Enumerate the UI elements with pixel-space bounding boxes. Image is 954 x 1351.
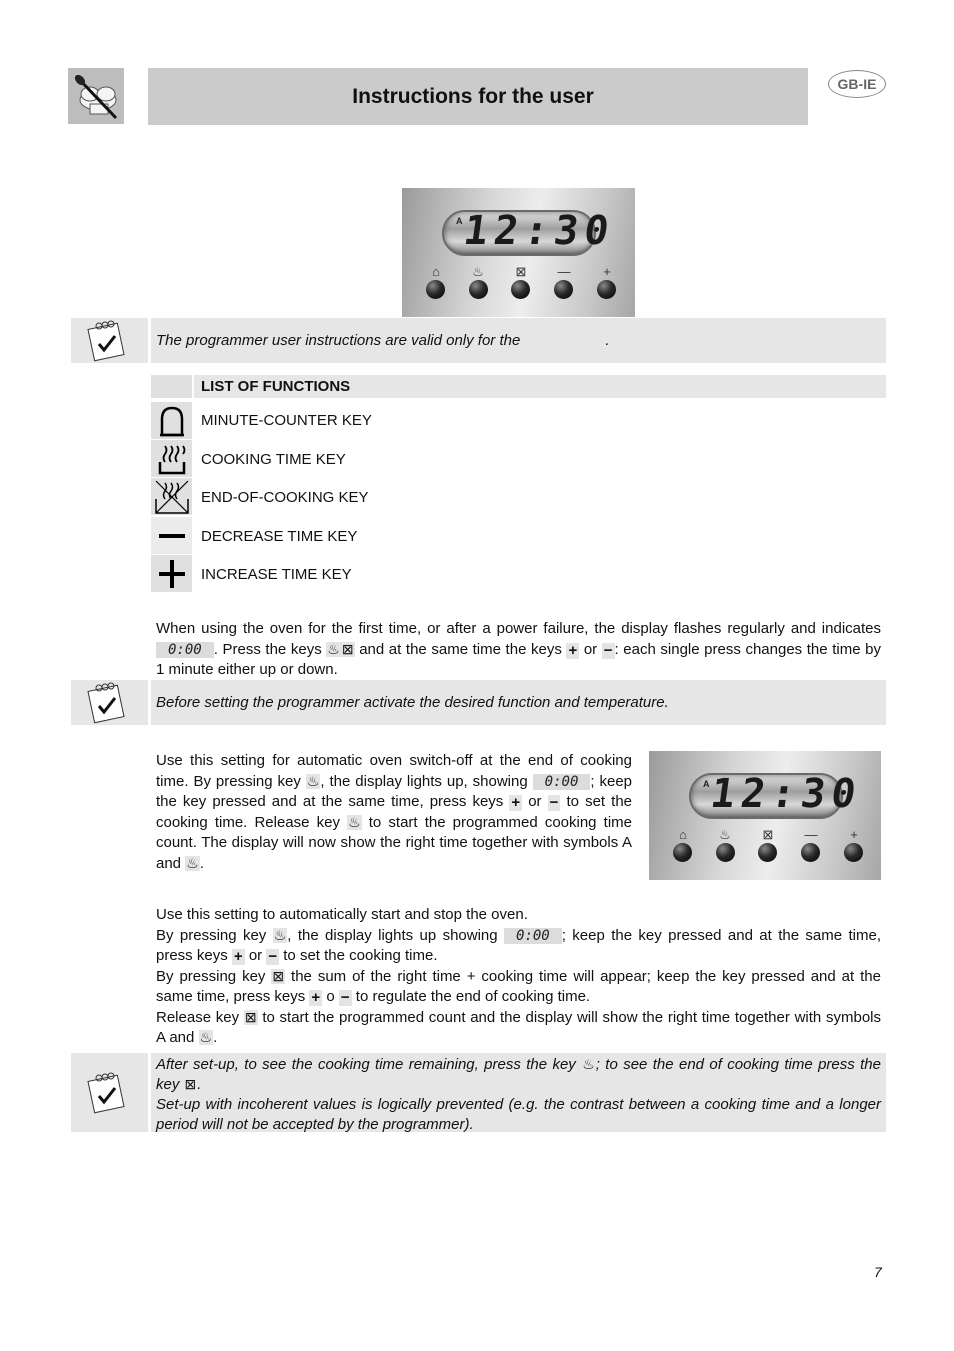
clock-setting-paragraph: When using the oven for the first time, …	[156, 620, 881, 678]
control-panel-image: A 12:30 ⌂ ♨ ⊠ — +	[402, 188, 635, 317]
end-of-cooking-icon: ⊠	[515, 264, 527, 279]
minus-icon: −	[266, 948, 280, 965]
cooking-time-icon: ♨	[185, 854, 200, 871]
functions-header: LIST OF FUNCTIONS	[151, 375, 886, 398]
minus-icon: —	[557, 264, 571, 279]
cooking-time-icon: ♨	[198, 1029, 214, 1045]
minus-icon: −	[601, 641, 615, 659]
minus-icon: —	[804, 827, 818, 842]
increase-button[interactable]	[597, 280, 616, 299]
plus-icon: +	[566, 641, 580, 659]
bell-icon: ⌂	[432, 264, 440, 279]
plus-icon: +	[850, 827, 858, 842]
note-icon	[71, 1053, 148, 1132]
language-badge: GB-IE	[828, 70, 886, 98]
end-of-cooking-icon: ⊠	[243, 1008, 258, 1025]
cooking-time-button[interactable]	[716, 843, 735, 862]
end-of-cooking-icon: ⊠	[762, 827, 774, 842]
lcd-zero-inline: 0:00	[156, 641, 214, 658]
decrease-button[interactable]	[554, 280, 573, 299]
page-number: 7	[874, 1264, 882, 1280]
function-label: END-OF-COOKING KEY	[201, 489, 369, 506]
cooking-time-icon: ♨	[719, 827, 731, 842]
minute-counter-button[interactable]	[426, 280, 445, 299]
end-of-cooking-icon	[151, 478, 192, 515]
end-of-cooking-icon: ⊠	[184, 1076, 197, 1092]
semi-auto-paragraph: Use this setting for automatic oven swit…	[156, 752, 633, 872]
note-text: After set-up, to see the cooking time re…	[156, 1056, 881, 1133]
page-title: Instructions for the user	[352, 84, 594, 108]
note-icon	[71, 680, 148, 725]
end-of-cooking-icon: ⊠	[271, 967, 286, 984]
cooking-time-icon: ♨	[272, 926, 288, 943]
minute-counter-button[interactable]	[673, 843, 692, 862]
cooking-time-icon: ♨	[582, 1056, 595, 1072]
cooking-time-icon: ♨	[472, 264, 484, 279]
chef-logo-icon	[68, 68, 124, 124]
minus-icon: −	[547, 794, 561, 811]
end-of-cooking-button[interactable]	[511, 280, 530, 299]
control-panel-image: A 12:30 ⌂ ♨ ⊠ — +	[649, 751, 881, 880]
auto-symbol: A	[703, 779, 710, 789]
function-label: COOKING TIME KEY	[201, 451, 346, 468]
cooking-time-icon	[151, 440, 192, 477]
function-label: MINUTE-COUNTER KEY	[201, 412, 372, 429]
plus-icon: +	[309, 989, 323, 1006]
cooking-time-icon: ♨	[347, 813, 362, 830]
plus-icon: +	[509, 794, 523, 811]
page-title-bar: Instructions for the user	[148, 68, 808, 125]
increase-button[interactable]	[844, 843, 863, 862]
decrease-button[interactable]	[801, 843, 820, 862]
minus-icon: −	[338, 989, 352, 1006]
cooking-time-icon: ♨	[305, 772, 321, 789]
lcd-zero-inline: 0:00	[532, 773, 591, 790]
bell-icon: ⌂	[679, 827, 687, 842]
end-of-cooking-button[interactable]	[758, 843, 777, 862]
lcd-time: 12:30	[707, 771, 865, 817]
note-text: Before setting the programmer activate t…	[156, 694, 669, 711]
functions-heading: LIST OF FUNCTIONS	[201, 378, 351, 395]
note-icon	[71, 318, 148, 363]
lcd-time: 12:30	[460, 208, 618, 254]
cooking-time-icon: ♨	[326, 640, 341, 657]
cooking-time-button[interactable]	[469, 280, 488, 299]
auto-paragraph: Use this setting to automatically start …	[156, 906, 882, 1046]
minus-icon	[151, 517, 192, 554]
plus-icon: +	[231, 948, 245, 965]
lcd-zero-inline: 0:00	[504, 927, 562, 944]
note-text: The programmer user instructions are val…	[156, 332, 610, 349]
plus-icon	[151, 555, 192, 592]
plus-icon: +	[603, 264, 611, 279]
auto-symbol: A	[456, 216, 463, 226]
end-of-cooking-icon: ⊠	[340, 640, 355, 657]
function-label: INCREASE TIME KEY	[201, 566, 352, 583]
bell-icon	[151, 402, 192, 439]
function-label: DECREASE TIME KEY	[201, 528, 358, 545]
